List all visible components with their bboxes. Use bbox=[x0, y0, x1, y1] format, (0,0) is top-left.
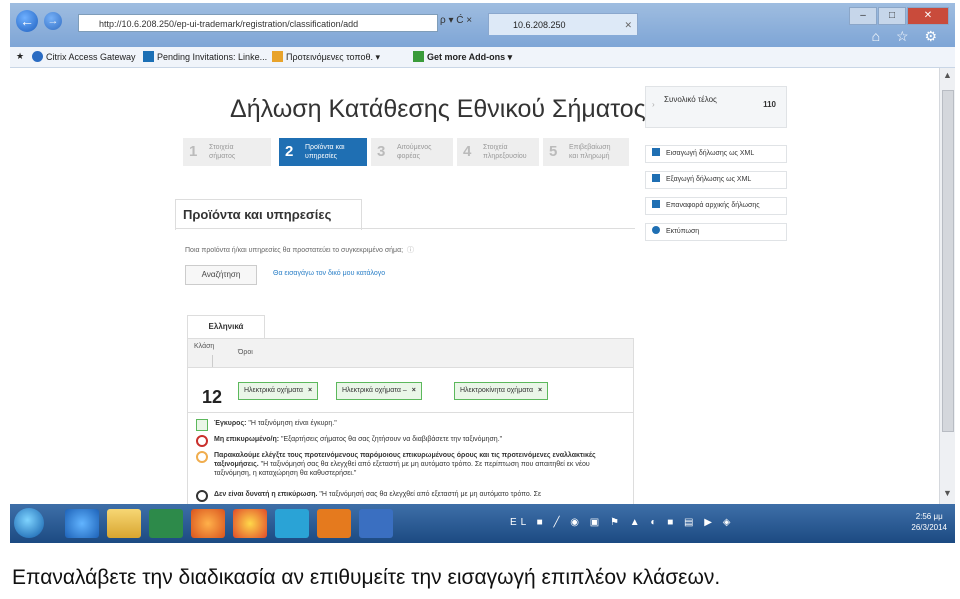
section-title: Προϊόντα και υπηρεσίες bbox=[183, 207, 332, 222]
step-2[interactable]: 2 Προϊόντα και υπηρεσίες bbox=[279, 138, 367, 166]
col-divider bbox=[212, 355, 213, 367]
minimize-button[interactable]: – bbox=[849, 7, 877, 25]
term-chip: Ηλεκτρικά οχήματα – × bbox=[336, 382, 422, 400]
fav-item-suggested[interactable]: Προτεινόμενες τοποθ. ▾ bbox=[272, 51, 380, 63]
own-list-link[interactable]: Θα εισαγάγω τον δικό μου κατάλογο bbox=[273, 270, 385, 277]
address-bar[interactable]: http://10.6.208.250/ep-ui-trademark/regi… bbox=[78, 14, 438, 32]
row-divider bbox=[188, 412, 633, 413]
clock[interactable]: 2:56 μμ 26/3/2014 bbox=[911, 511, 947, 533]
term-chip: Ηλεκτρικά οχήματα × bbox=[238, 382, 319, 400]
skype-icon[interactable] bbox=[275, 509, 309, 538]
suggested-sites-icon bbox=[272, 51, 283, 62]
step-3[interactable]: 3 Αιτούμενος φορέας bbox=[371, 138, 453, 166]
screenshot: ← → http://10.6.208.250/ep-ui-trademark/… bbox=[10, 3, 955, 543]
print-button[interactable]: Εκτύπωση bbox=[645, 223, 787, 241]
fav-star-icon[interactable]: ★ bbox=[16, 51, 24, 62]
forward-button[interactable]: → bbox=[44, 12, 62, 30]
document-icon bbox=[652, 148, 660, 156]
valid-square-icon bbox=[196, 419, 208, 431]
import-xml-button[interactable]: Εισαγωγή δήλωσης ως XML bbox=[645, 145, 787, 163]
goods-question: Ποια προϊόντα ή/και υπηρεσίες θα προστατ… bbox=[185, 247, 414, 254]
linkedin-icon bbox=[143, 51, 154, 62]
remove-term-icon[interactable]: × bbox=[538, 387, 542, 394]
chrome-icon[interactable] bbox=[233, 509, 267, 538]
step-1[interactable]: 1 Στοιχεία σήματος bbox=[183, 138, 271, 166]
no-entry-icon bbox=[196, 435, 208, 447]
browser-tool-icons[interactable]: ⌂ ☆ ⚙ bbox=[872, 28, 943, 45]
firefox-icon[interactable] bbox=[191, 509, 225, 538]
back-button[interactable]: ← bbox=[16, 10, 38, 32]
col-class-header: Κλάση bbox=[194, 343, 215, 350]
page-title: Δήλωση Κατάθεσης Εθνικού Σήματος bbox=[230, 95, 646, 123]
close-window-button[interactable]: ✕ bbox=[907, 7, 949, 25]
addons-icon bbox=[413, 51, 424, 62]
help-icon[interactable]: ⓘ bbox=[405, 247, 414, 254]
web-page: Δήλωση Κατάθεσης Εθνικού Σήματος 1 Στοιχ… bbox=[10, 68, 940, 504]
browser-titlebar: ← → http://10.6.208.250/ep-ui-trademark/… bbox=[10, 3, 955, 47]
system-tray[interactable]: EL ■ ╱ ◉ ▣ ⚑ ▲ ◐ ■ ▤ ▶ ◈ bbox=[510, 517, 734, 528]
term-chip: Ηλεκτροκίνητα οχήματα × bbox=[454, 382, 549, 400]
expand-icon[interactable]: › bbox=[652, 100, 655, 109]
scroll-up-icon[interactable]: ▲ bbox=[940, 70, 955, 84]
tab-close-icon[interactable]: ✕ bbox=[624, 14, 632, 35]
fav-item-citrix[interactable]: Citrix Access Gateway bbox=[32, 51, 136, 62]
total-fee-box: › Συνολικό τέλος 110 bbox=[645, 86, 787, 128]
tab-greek[interactable]: Ελληνικά bbox=[187, 315, 265, 340]
step-4[interactable]: 4 Στοιχεία πληρεξουσίου bbox=[457, 138, 539, 166]
remove-term-icon[interactable]: × bbox=[412, 387, 416, 394]
question-circle-icon bbox=[196, 490, 208, 502]
print-icon bbox=[652, 226, 660, 234]
export-xml-button[interactable]: Εξαγωγή δήλωσης ως XML bbox=[645, 171, 787, 189]
restore-original-button[interactable]: Επαναφορά αρχικής δήλωσης bbox=[645, 197, 787, 215]
class-number: 12 bbox=[202, 387, 223, 407]
scroll-down-icon[interactable]: ▼ bbox=[940, 488, 955, 502]
fav-item-addons[interactable]: Get more Add-ons ▾ bbox=[413, 51, 512, 63]
file-explorer-icon[interactable] bbox=[107, 509, 141, 538]
scroll-thumb[interactable] bbox=[942, 90, 954, 432]
classification-table: Κλάση Όροι 12 Ηλεκτρικά οχήματα × Ηλεκτρι… bbox=[187, 338, 634, 504]
window-controls: – □ ✕ bbox=[848, 5, 949, 25]
address-text: http://10.6.208.250/ep-ui-trademark/regi… bbox=[99, 19, 359, 29]
remove-term-icon[interactable]: × bbox=[308, 387, 312, 394]
col-terms-header: Όροι bbox=[238, 349, 253, 356]
instruction-caption: Επαναλάβετε την διαδικασία αν επιθυμείτε… bbox=[12, 566, 721, 589]
media-icon[interactable] bbox=[149, 509, 183, 538]
undo-icon bbox=[652, 200, 660, 208]
start-button[interactable] bbox=[14, 508, 44, 538]
total-fee-label: Συνολικό τέλος bbox=[664, 95, 717, 104]
section-divider bbox=[175, 228, 635, 229]
search-button[interactable]: Αναζήτηση bbox=[185, 265, 257, 285]
search-refresh-controls[interactable]: ρ ▾ Ć × bbox=[440, 15, 472, 26]
internet-explorer-icon[interactable] bbox=[65, 509, 99, 538]
warning-circle-icon bbox=[196, 451, 208, 463]
favorites-bar: ★ Citrix Access Gateway Pending Invitati… bbox=[10, 47, 955, 68]
vertical-scrollbar[interactable]: ▲ ▼ bbox=[939, 68, 955, 504]
tab-title: 10.6.208.250 bbox=[513, 20, 566, 30]
maximize-button[interactable]: □ bbox=[878, 7, 906, 25]
browser-tab[interactable]: 10.6.208.250 ✕ bbox=[488, 13, 638, 35]
document-icon bbox=[652, 174, 660, 182]
app-icon[interactable] bbox=[359, 509, 393, 538]
windows-taskbar: EL ■ ╱ ◉ ▣ ⚑ ▲ ◐ ■ ▤ ▶ ◈ 2:56 μμ 26/3/20… bbox=[10, 504, 955, 543]
outlook-icon[interactable] bbox=[317, 509, 351, 538]
fav-item-linkedin[interactable]: Pending Invitations: Linke... bbox=[143, 51, 267, 62]
citrix-icon bbox=[32, 51, 43, 62]
table-header: Κλάση Όροι bbox=[188, 339, 633, 368]
step-5[interactable]: 5 Επιβεβαίωση και πληρωμή bbox=[543, 138, 629, 166]
total-fee-value: 110 bbox=[763, 100, 776, 109]
